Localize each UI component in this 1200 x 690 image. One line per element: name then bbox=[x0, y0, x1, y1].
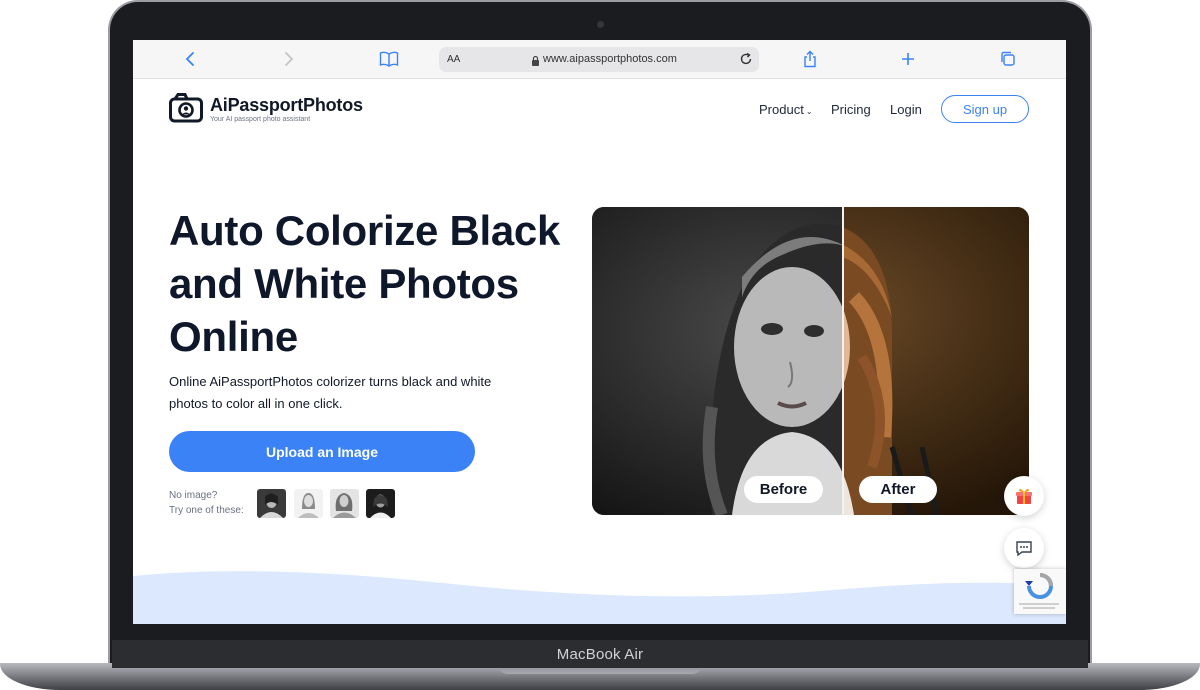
after-label: After bbox=[859, 476, 937, 503]
screen: AA www.aipassportphotos.com AiPassportPh… bbox=[133, 40, 1066, 624]
webcam bbox=[597, 21, 604, 28]
share-icon[interactable] bbox=[800, 49, 820, 69]
url-text: www.aipassportphotos.com bbox=[543, 53, 677, 65]
back-icon[interactable] bbox=[180, 49, 200, 69]
logo-tagline: Your AI passport photo assistant bbox=[210, 116, 311, 123]
sample-photo-4[interactable] bbox=[366, 489, 395, 518]
text-size-toggle[interactable]: AA bbox=[447, 54, 460, 65]
hero-title-line: Auto Colorize Black bbox=[169, 207, 561, 254]
hero-subtitle-line: photos to color all in one click. bbox=[169, 396, 343, 411]
new-tab-icon[interactable] bbox=[898, 49, 918, 69]
recaptcha-badge[interactable] bbox=[1014, 569, 1066, 614]
reload-icon[interactable] bbox=[739, 52, 753, 71]
hero-subtitle: Online AiPassportPhotos colorizer turns … bbox=[169, 371, 549, 415]
nav-pricing[interactable]: Pricing bbox=[831, 102, 871, 117]
sample-photo-3[interactable] bbox=[330, 489, 359, 518]
forward-icon[interactable] bbox=[279, 49, 299, 69]
sample-photo-2[interactable] bbox=[294, 489, 323, 518]
lock-icon bbox=[531, 53, 540, 71]
device-label: MacBook Air bbox=[556, 645, 644, 663]
chat-icon[interactable] bbox=[1004, 528, 1044, 568]
before-label: Before bbox=[744, 476, 823, 503]
camera-logo-icon[interactable] bbox=[169, 93, 203, 128]
reader-icon[interactable] bbox=[379, 49, 399, 69]
nav-product-label: Product bbox=[759, 102, 804, 117]
no-image-text: No image? bbox=[169, 490, 218, 501]
decorative-wave bbox=[133, 571, 1066, 624]
recaptcha-icon bbox=[1019, 573, 1059, 609]
sample-photo-1[interactable] bbox=[257, 489, 286, 518]
logo-name[interactable]: AiPassportPhotos bbox=[210, 95, 363, 116]
hero-title: Auto Colorize Black and White Photos Onl… bbox=[169, 204, 569, 363]
chevron-down-icon: ⌄ bbox=[805, 107, 813, 116]
browser-toolbar: AA www.aipassportphotos.com bbox=[133, 40, 1066, 79]
upload-image-button[interactable]: Upload an Image bbox=[169, 431, 475, 472]
nav-login[interactable]: Login bbox=[890, 102, 922, 117]
signup-button[interactable]: Sign up bbox=[941, 95, 1029, 123]
nav-product[interactable]: Product ⌄ bbox=[759, 102, 813, 117]
try-samples-text: Try one of these: bbox=[169, 505, 244, 516]
gift-icon[interactable] bbox=[1004, 476, 1044, 516]
before-after-image[interactable] bbox=[592, 207, 1029, 515]
hero-subtitle-line: Online AiPassportPhotos colorizer turns … bbox=[169, 374, 492, 389]
tabs-icon[interactable] bbox=[998, 49, 1018, 69]
hero-title-line: Online bbox=[169, 313, 298, 360]
address-bar[interactable]: AA www.aipassportphotos.com bbox=[439, 47, 759, 72]
hero-title-line: and White Photos bbox=[169, 260, 519, 307]
laptop-chin: MacBook Air bbox=[112, 640, 1088, 668]
